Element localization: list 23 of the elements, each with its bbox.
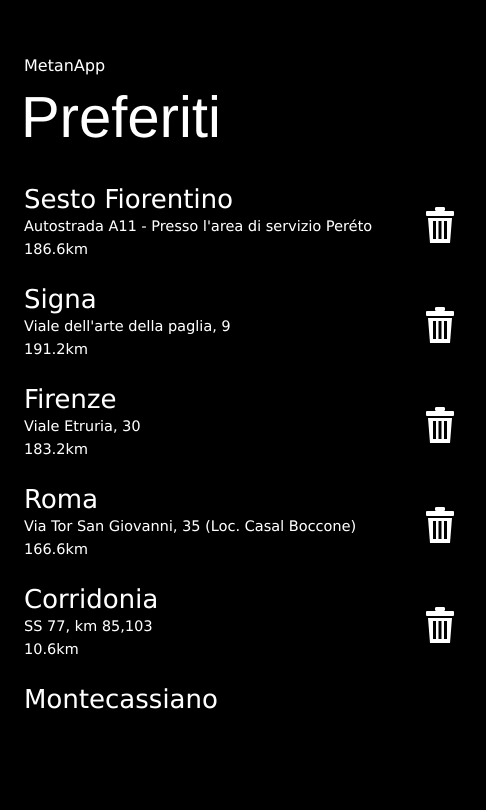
station-address: Viale dell'arte della paglia, 9 <box>24 318 232 337</box>
delete-icon[interactable] <box>426 407 454 443</box>
station-address: Via Tor San Giovanni, 35 (Loc. Casal Boccone) <box>24 518 358 537</box>
station-distance: 166.6km <box>24 541 90 560</box>
app-title: MetanApp <box>24 55 106 77</box>
station-distance: 191.2km <box>24 341 90 360</box>
station-address: SS 77, km 85,103 <box>24 618 154 637</box>
station-name[interactable]: Montecassiano <box>24 684 454 716</box>
station-distance: 183.2km <box>24 441 90 460</box>
station-distance: 186.6km <box>24 241 90 260</box>
station-distance: 10.6km <box>24 641 80 660</box>
station-name[interactable]: Corridonia <box>24 584 426 616</box>
station-name[interactable]: Signa <box>24 284 426 316</box>
station-address: Autostrada A11 - Presso l'area di servizio Peréto <box>24 218 374 237</box>
station-name[interactable]: Sesto Fiorentino <box>24 184 426 216</box>
page-title: Preferiti <box>21 84 222 152</box>
delete-icon[interactable] <box>426 607 454 643</box>
delete-icon[interactable] <box>426 507 454 543</box>
station-name[interactable]: Roma <box>24 484 426 516</box>
station-address: Viale Etruria, 30 <box>24 418 142 437</box>
station-name[interactable]: Firenze <box>24 384 426 416</box>
delete-icon[interactable] <box>426 307 454 343</box>
delete-icon[interactable] <box>426 207 454 243</box>
